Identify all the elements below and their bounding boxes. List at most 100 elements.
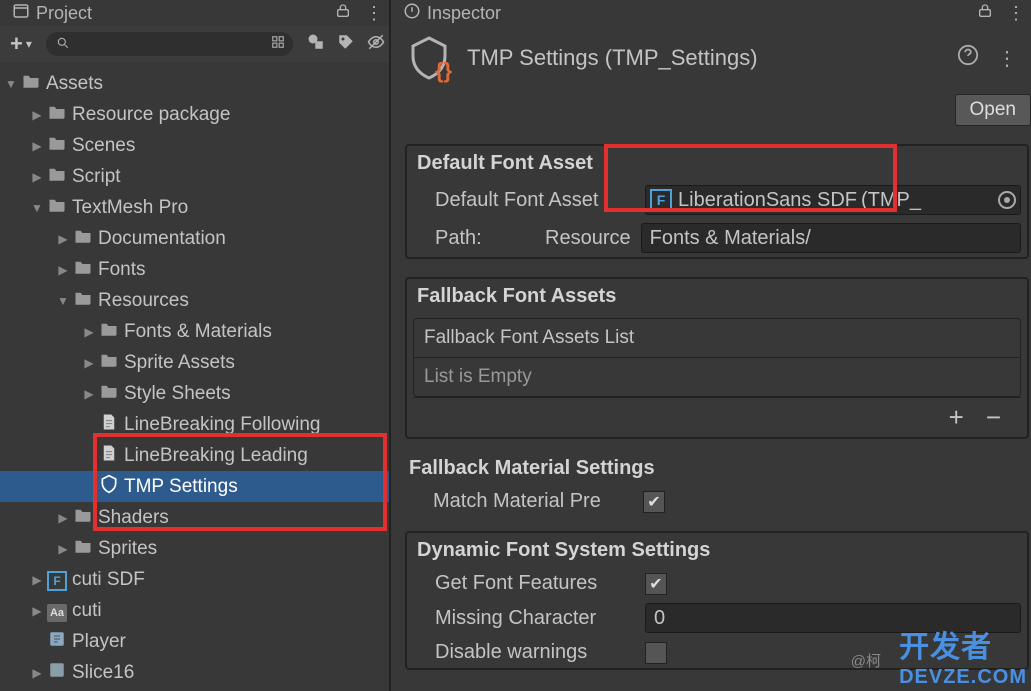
panel-lock-icon[interactable] [335, 3, 351, 24]
inspector-title: TMP Settings (TMP_Settings) [467, 45, 758, 71]
tree-folder[interactable]: ▶Sprites [0, 533, 389, 564]
tree-label: Style Sheets [124, 383, 231, 405]
path-field-value: Fonts & Materials/ [650, 227, 811, 250]
section-heading: Dynamic Font System Settings [407, 533, 1027, 568]
tree-folder[interactable]: ▶Resource package [0, 99, 389, 130]
tree-label: Slice16 [72, 662, 134, 684]
tree-file[interactable]: ▶LineBreaking Following [0, 409, 389, 440]
fallback-list[interactable]: Fallback Font Assets List List is Empty [413, 318, 1021, 397]
object-picker-icon[interactable] [998, 191, 1016, 209]
section-heading: Default Font Asset [407, 146, 1027, 181]
tree-file[interactable]: ▶Slice16 [0, 657, 389, 688]
sprite-icon [46, 661, 68, 685]
obj-field-value: LiberationSans SDF [678, 189, 857, 212]
tree-label: cuti SDF [72, 569, 145, 591]
folder-icon [98, 351, 120, 375]
missing-character-field[interactable]: 0 [645, 603, 1021, 633]
tree-file[interactable]: ▶LineBreaking Leading [0, 440, 389, 471]
search-icon [56, 36, 70, 53]
prop-label: Path: [435, 227, 535, 250]
text-file-icon [98, 443, 120, 469]
inspector-tab[interactable]: Inspector ⋮ [391, 0, 1031, 26]
visibility-icon[interactable] [363, 33, 389, 56]
tree-font[interactable]: ▶Aacuti [0, 595, 389, 626]
tree-label: LineBreaking Following [124, 414, 320, 436]
tree-folder[interactable]: ▶Fonts & Materials [0, 316, 389, 347]
folder-open-icon [20, 72, 42, 96]
search-by-type-icon[interactable] [271, 34, 285, 54]
tree-label: Assets [46, 73, 103, 95]
scriptable-object-large-icon: {} [405, 34, 453, 82]
project-tab-label: Project [36, 3, 92, 24]
disable-warnings-checkbox[interactable] [645, 642, 667, 664]
tree-folder-textmeshpro[interactable]: ▼TextMesh Pro [0, 192, 389, 223]
tree-label: Resource package [72, 104, 230, 126]
tree-folder-resources[interactable]: ▼Resources [0, 285, 389, 316]
font-asset-pill-icon: F [650, 189, 672, 211]
tree-folder[interactable]: ▶Sprite Assets [0, 347, 389, 378]
section-fallback-fonts: Fallback Font Assets Fallback Font Asset… [405, 277, 1029, 439]
match-material-checkbox[interactable]: ✔ [643, 491, 665, 513]
filter-label-icon[interactable] [333, 33, 359, 56]
field-value: 0 [654, 607, 665, 630]
prop-label: Default Font Asset [435, 189, 635, 212]
tree-label: Resources [98, 290, 189, 312]
tree-label: Fonts & Materials [124, 321, 272, 343]
tree-label: Documentation [98, 228, 226, 250]
credit-label: @柯 [851, 650, 881, 671]
prop-label: Match Material Pre [433, 490, 633, 513]
tree-font-asset[interactable]: ▶Fcuti SDF [0, 564, 389, 595]
path-field[interactable]: Fonts & Materials/ [641, 223, 1021, 253]
tree-file[interactable]: ▶Player [0, 626, 389, 657]
help-icon[interactable] [957, 44, 979, 72]
font-icon: Aa [46, 600, 68, 622]
folder-icon [98, 320, 120, 344]
tree-folder[interactable]: ▶Shaders [0, 502, 389, 533]
filter-type-icon[interactable] [303, 33, 329, 56]
folder-open-icon [72, 289, 94, 313]
project-toolbar: +▾ [0, 26, 389, 62]
folder-icon [46, 134, 68, 158]
tree-folder[interactable]: ▶Documentation [0, 223, 389, 254]
tree-folder[interactable]: ▶Fonts [0, 254, 389, 285]
search-input[interactable] [46, 32, 293, 56]
tree-label: Scenes [72, 135, 135, 157]
get-font-features-checkbox[interactable]: ✔ [645, 573, 667, 595]
list-remove-button[interactable]: − [986, 402, 1001, 433]
tree-folder[interactable]: ▶Scenes [0, 130, 389, 161]
tree-tmp-settings[interactable]: ▶TMP Settings [0, 471, 389, 502]
prop-label: Get Font Features [435, 572, 635, 595]
component-more-icon[interactable]: ⋮ [993, 46, 1021, 71]
folder-icon [46, 165, 68, 189]
tree-label: Shaders [98, 507, 169, 529]
tree-folder[interactable]: ▶Script [0, 161, 389, 192]
asset-tree[interactable]: ▼ Assets ▶Resource package ▶Scenes ▶Scri… [0, 62, 389, 691]
open-button[interactable]: Open [955, 94, 1031, 126]
tree-label: TextMesh Pro [72, 197, 188, 219]
tree-label: LineBreaking Leading [124, 445, 308, 467]
default-font-asset-field[interactable]: F LiberationSans SDF (TMP_ [645, 185, 1021, 215]
folder-icon [72, 258, 94, 282]
settings-asset-icon [46, 630, 68, 654]
panel-more-icon[interactable]: ⋮ [1007, 3, 1025, 24]
text-file-icon [98, 412, 120, 438]
list-add-button[interactable]: + [949, 402, 964, 433]
font-asset-icon: F [46, 569, 68, 591]
prop-label: Missing Character [435, 607, 635, 630]
panel-more-icon[interactable]: ⋮ [365, 3, 383, 24]
section-heading: Fallback Material Settings [405, 451, 1029, 486]
tree-label: cuti [72, 600, 102, 622]
list-empty-label: List is Empty [414, 358, 1020, 396]
project-tab[interactable]: Project ⋮ [0, 0, 389, 26]
inspector-header: {} TMP Settings (TMP_Settings) ⋮ [391, 26, 1031, 90]
tree-folder[interactable]: ▶Style Sheets [0, 378, 389, 409]
scriptable-object-icon [98, 474, 120, 500]
create-asset-button[interactable]: +▾ [6, 31, 36, 57]
tree-label: Script [72, 166, 121, 188]
panel-lock-icon[interactable] [977, 3, 993, 24]
folder-icon [72, 537, 94, 561]
inspector-tab-label: Inspector [427, 3, 501, 24]
path-prefix: Resource [545, 227, 631, 250]
tree-assets-root[interactable]: ▼ Assets [0, 68, 389, 99]
tree-label: Player [72, 631, 126, 653]
